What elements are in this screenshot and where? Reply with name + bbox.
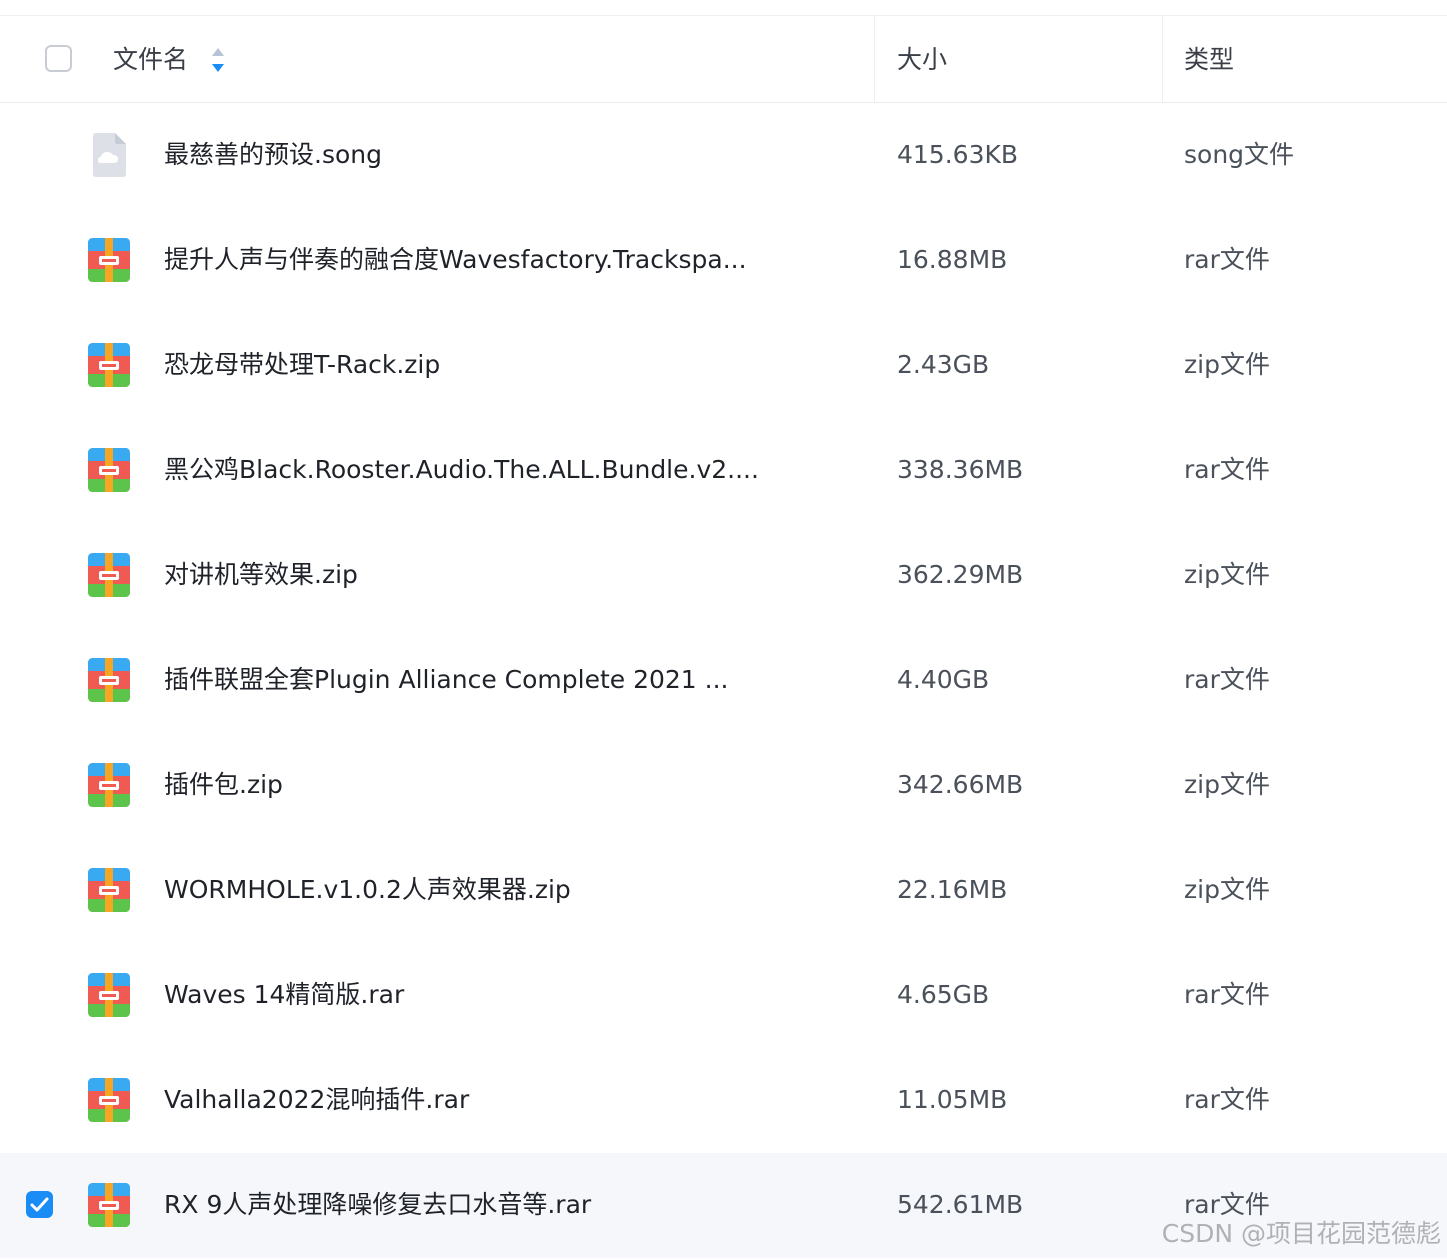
column-header-type[interactable]: 类型 [1184, 44, 1234, 76]
file-type: zip文件 [1184, 560, 1270, 589]
archive-icon [87, 1077, 131, 1123]
archive-icon [87, 867, 131, 913]
file-list-page: 文件名 大小 类型 最慈善的预设.song 415.63KB song文件提升人声与… [0, 0, 1447, 1259]
file-row[interactable]: Waves 14精简版.rar 4.65GB rar文件 [0, 943, 1447, 1048]
archive-icon [87, 447, 131, 493]
file-row[interactable]: WORMHOLE.v1.0.2人声效果器.zip 22.16MB zip文件 [0, 838, 1447, 943]
file-row[interactable]: 最慈善的预设.song 415.63KB song文件 [0, 103, 1447, 208]
file-name[interactable]: 恐龙母带处理T-Rack.zip [164, 349, 440, 381]
cloud-file-icon [87, 132, 131, 178]
archive-icon [87, 237, 131, 283]
table-header: 文件名 大小 类型 [0, 16, 1447, 103]
file-name[interactable]: 提升人声与伴奏的融合度Wavesfactory.Trackspa... [164, 244, 747, 276]
archive-icon [87, 1182, 131, 1228]
file-row[interactable]: 恐龙母带处理T-Rack.zip 2.43GB zip文件 [0, 313, 1447, 418]
file-size: 4.65GB [897, 980, 990, 1009]
file-type: song文件 [1184, 140, 1295, 169]
file-type: rar文件 [1184, 1085, 1270, 1114]
archive-icon [87, 342, 131, 388]
sort-icon[interactable] [210, 45, 226, 75]
file-type: zip文件 [1184, 350, 1270, 379]
row-checkbox[interactable] [26, 1191, 53, 1218]
column-header-size[interactable]: 大小 [897, 44, 947, 76]
column-divider [874, 16, 875, 102]
file-size: 4.40GB [897, 665, 990, 694]
file-type: zip文件 [1184, 875, 1270, 904]
file-name[interactable]: Valhalla2022混响插件.rar [164, 1084, 469, 1116]
file-rows: 最慈善的预设.song 415.63KB song文件提升人声与伴奏的融合度Wave… [0, 103, 1447, 1258]
archive-icon [87, 972, 131, 1018]
file-size: 362.29MB [897, 560, 1024, 589]
file-size: 415.63KB [897, 140, 1019, 169]
file-size: 338.36MB [897, 455, 1024, 484]
file-type: rar文件 [1184, 1190, 1270, 1219]
file-name[interactable]: 最慈善的预设.song [164, 139, 382, 171]
file-name[interactable]: Waves 14精简版.rar [164, 979, 404, 1011]
watermark-text: CSDN @项目花园范德彪 [1161, 1219, 1441, 1248]
file-name[interactable]: WORMHOLE.v1.0.2人声效果器.zip [164, 874, 571, 906]
file-name[interactable]: RX 9人声处理降噪修复去口水音等.rar [164, 1189, 591, 1221]
file-type: rar文件 [1184, 245, 1270, 274]
file-size: 16.88MB [897, 245, 1008, 274]
file-name[interactable]: 黑公鸡Black.Rooster.Audio.The.ALL.Bundle.v2… [164, 454, 759, 486]
file-row[interactable]: 黑公鸡Black.Rooster.Audio.The.ALL.Bundle.v2… [0, 418, 1447, 523]
file-name[interactable]: 插件包.zip [164, 769, 283, 801]
file-name[interactable]: 对讲机等效果.zip [164, 559, 358, 591]
file-row[interactable]: 提升人声与伴奏的融合度Wavesfactory.Trackspa... 16.88… [0, 208, 1447, 313]
file-type: rar文件 [1184, 980, 1270, 1009]
archive-icon [87, 552, 131, 598]
file-row[interactable]: Valhalla2022混响插件.rar 11.05MB rar文件 [0, 1048, 1447, 1153]
file-row[interactable]: 对讲机等效果.zip 362.29MB zip文件 [0, 523, 1447, 628]
file-name[interactable]: 插件联盟全套Plugin Alliance Complete 2021 ... [164, 664, 729, 696]
file-size: 11.05MB [897, 1085, 1008, 1114]
archive-icon [87, 657, 131, 703]
file-size: 342.66MB [897, 770, 1024, 799]
select-all-checkbox[interactable] [45, 45, 72, 72]
file-row[interactable]: 插件联盟全套Plugin Alliance Complete 2021 ... 4… [0, 628, 1447, 733]
column-header-name[interactable]: 文件名 [113, 44, 188, 76]
file-size: 2.43GB [897, 350, 990, 379]
file-size: 22.16MB [897, 875, 1008, 904]
archive-icon [87, 762, 131, 808]
file-type: rar文件 [1184, 455, 1270, 484]
file-type: rar文件 [1184, 665, 1270, 694]
file-size: 542.61MB [897, 1190, 1024, 1219]
column-divider [1162, 16, 1163, 102]
file-row[interactable]: 插件包.zip 342.66MB zip文件 [0, 733, 1447, 838]
file-type: zip文件 [1184, 770, 1270, 799]
